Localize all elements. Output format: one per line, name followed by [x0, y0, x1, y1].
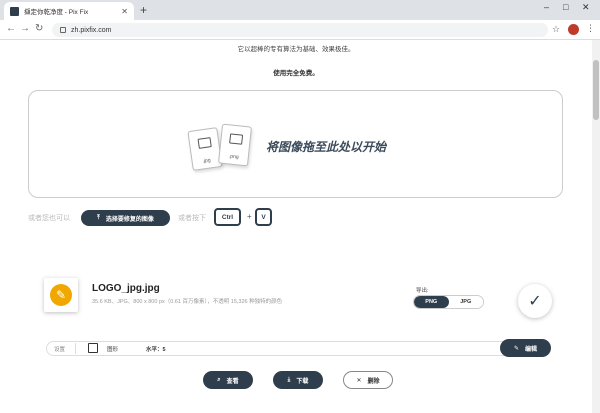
profile-avatar[interactable]: [568, 24, 579, 35]
v-key: V: [255, 208, 272, 226]
wrench-logo-icon: ✎: [50, 284, 72, 306]
settings-divider: [75, 343, 76, 354]
format-jpg-option[interactable]: JPG: [448, 296, 483, 308]
shape-icon: [88, 343, 98, 353]
tab-title: 擷定你乾净度 - Pix Fix: [24, 9, 89, 16]
key-plus: +: [247, 212, 252, 221]
settings-bar: [46, 341, 546, 356]
file-type-icons: .jpg .png: [187, 117, 260, 177]
maximize-icon[interactable]: □: [563, 2, 568, 12]
edit-button[interactable]: ✎ 编辑: [500, 339, 551, 357]
lock-icon: [60, 27, 66, 33]
png-file-icon: .png: [217, 123, 253, 167]
browser-tab[interactable]: 擷定你乾净度 - Pix Fix ✕: [4, 2, 134, 20]
address-bar[interactable]: zh.pixfix.com: [52, 23, 548, 37]
level-label: 水平：5: [146, 347, 166, 353]
ctrl-key: Ctrl: [214, 208, 241, 226]
scrollbar-thumb[interactable]: [593, 60, 599, 120]
jpg-file-icon: .jpg: [187, 127, 223, 171]
intro-line-1: 它以超棒的专有算法为基础、效果极佳。: [237, 46, 355, 53]
tab-close-icon[interactable]: ✕: [121, 7, 128, 16]
pixfix-favicon-icon: [10, 6, 19, 16]
window-close-icon[interactable]: ✕: [582, 2, 590, 13]
select-image-button[interactable]: ⤒ 选择要修复的图像: [81, 210, 170, 226]
close-icon: ✕: [356, 377, 362, 384]
drop-zone-text: 将图像拖至此处以开始: [266, 140, 387, 154]
view-button[interactable]: ⌕ 查看: [203, 371, 253, 389]
settings-label: 设置: [54, 347, 66, 353]
export-format-toggle: PNG JPG: [413, 295, 484, 309]
upload-hint-left: 或者您也可以: [28, 215, 70, 222]
reload-icon[interactable]: ↻: [35, 23, 43, 34]
export-label: 导出:: [416, 288, 429, 294]
forward-icon[interactable]: →: [20, 23, 30, 34]
download-icon: ⤓: [287, 376, 291, 383]
delete-button[interactable]: ✕ 删除: [343, 371, 393, 389]
file-name: LOGO_jpg.jpg: [92, 283, 160, 294]
minimize-icon[interactable]: –: [544, 2, 549, 12]
intro-line-2: 使用完全免费。: [273, 70, 319, 77]
file-thumbnail[interactable]: ✎: [44, 278, 78, 312]
bookmark-star-icon[interactable]: ☆: [552, 24, 560, 35]
shape-label: 图形: [107, 347, 119, 353]
format-png-option[interactable]: PNG: [414, 296, 449, 308]
pencil-icon: ✎: [513, 345, 519, 352]
back-icon[interactable]: ←: [6, 23, 16, 34]
url-text: zh.pixfix.com: [71, 26, 112, 34]
search-icon: ⌕: [217, 376, 221, 383]
browser-menu-icon[interactable]: ⋮: [586, 23, 595, 34]
upload-icon: ⤒: [97, 214, 100, 221]
download-button[interactable]: ⤓ 下载: [273, 371, 323, 389]
upload-hint-right: 或者按下: [178, 215, 206, 222]
file-meta: 35.6 KB、JPG、800 x 800 px（0.61 百万像素），不透明 …: [92, 299, 283, 305]
new-tab-icon[interactable]: +: [140, 3, 147, 17]
checkmark-icon: ✓: [528, 293, 542, 310]
confirm-check-button[interactable]: ✓: [518, 284, 552, 318]
